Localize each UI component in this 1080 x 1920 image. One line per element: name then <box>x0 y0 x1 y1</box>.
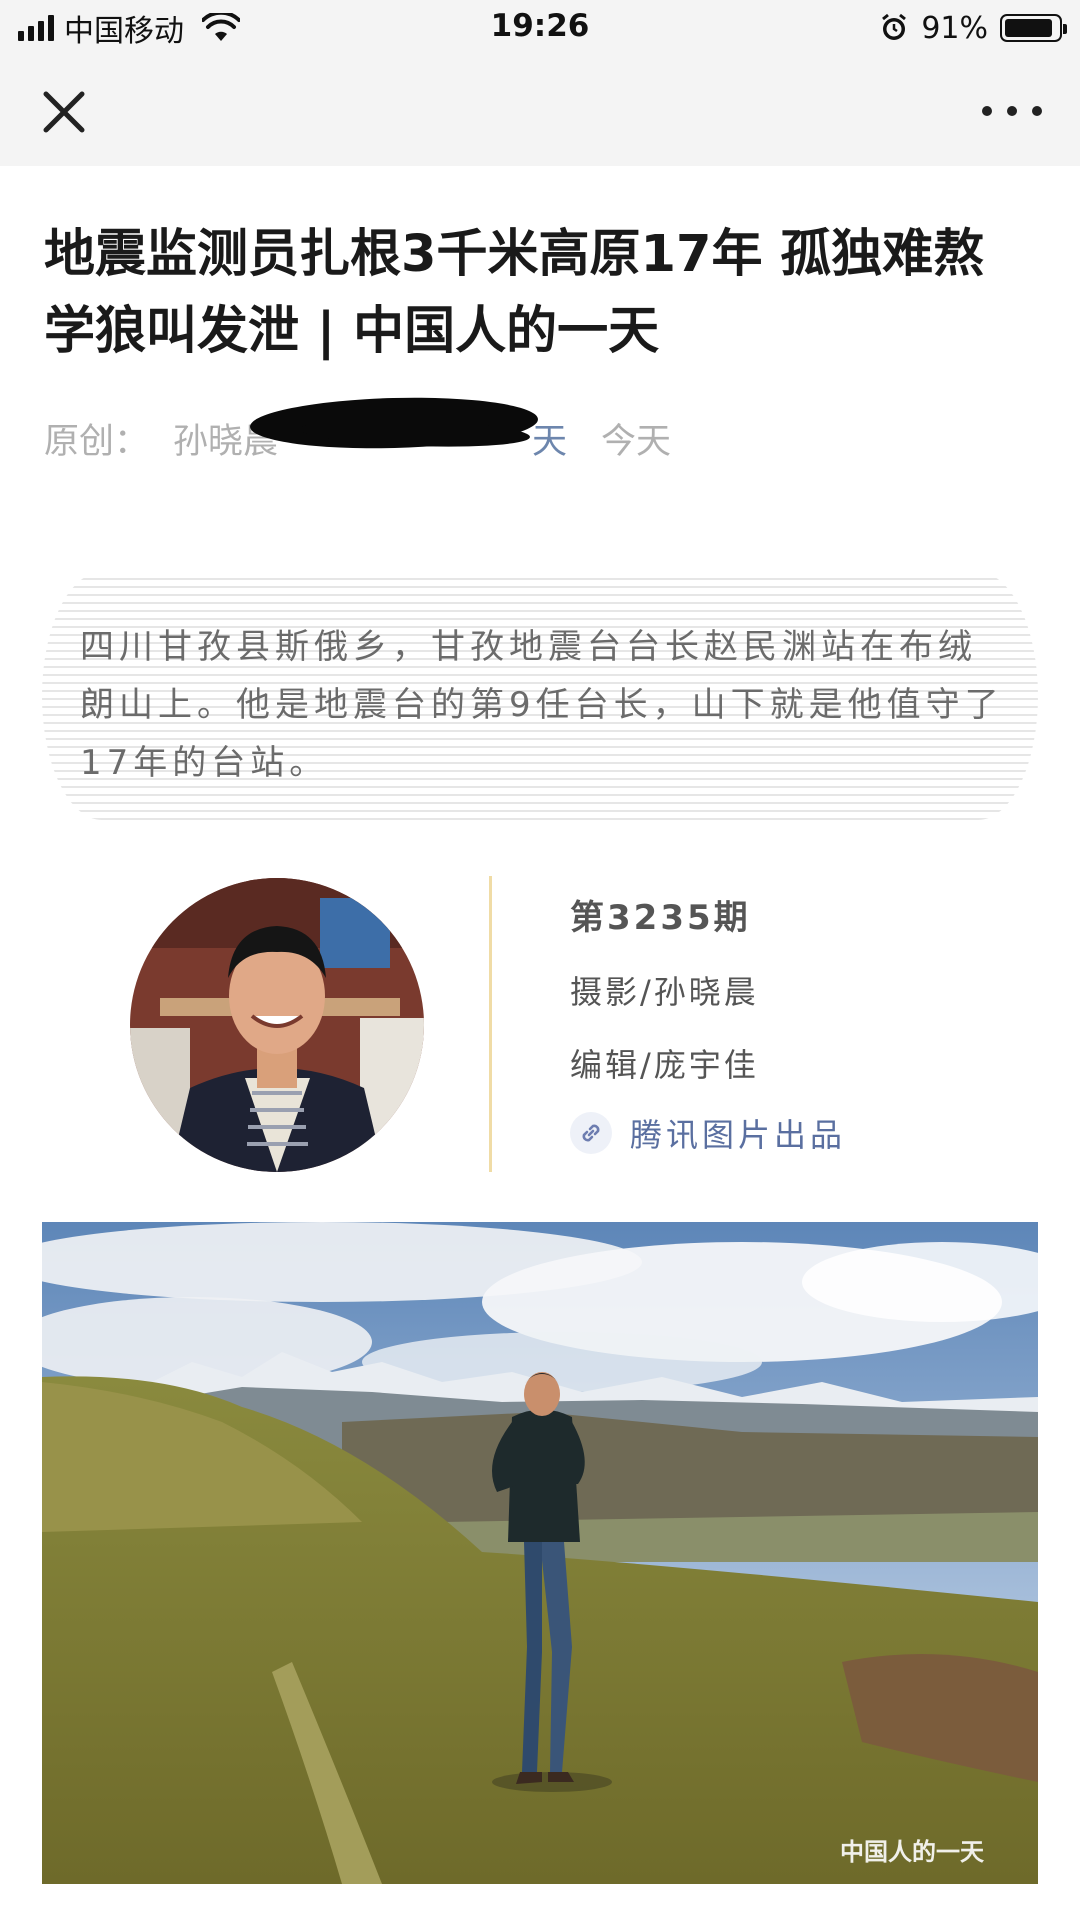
publish-date: 今天 <box>601 421 672 462</box>
battery-percent: 91% <box>921 10 988 46</box>
link-icon <box>570 1112 612 1154</box>
status-bar: 中国移动 19:26 91% <box>0 0 1080 54</box>
lead-paragraph: 四川甘孜县斯俄乡，甘孜地震台台长赵民渊站在布绒朗山上。他是地震台的第9任台长，山… <box>80 627 1004 783</box>
alarm-icon <box>882 13 907 40</box>
producer-label: 腾讯图片出品 <box>630 1116 847 1154</box>
issue-number: 第3235期 <box>570 898 751 938</box>
nav-bar <box>0 54 1080 166</box>
producer-link[interactable]: 腾讯图片出品 <box>570 1110 846 1156</box>
photo-watermark: 中国人的一天 <box>840 1838 984 1866</box>
article-title: 地震监测员扎根3千米高原17年 孤独难熬学狼叫发泄 | 中国人的一天 <box>44 225 985 361</box>
original-label: 原创： <box>44 421 150 462</box>
editor-credit: 编辑/庞宇佳 <box>570 1046 759 1084</box>
more-button[interactable] <box>982 96 1042 126</box>
status-right: 91% <box>879 8 1067 48</box>
battery-icon <box>1000 14 1067 42</box>
article-photo[interactable]: 中国人的一天 <box>42 1222 1038 1884</box>
close-icon <box>43 91 85 133</box>
photo-credit: 摄影/孙晓晨 <box>570 973 759 1011</box>
close-button[interactable] <box>38 86 90 138</box>
photographer-avatar <box>130 878 424 1172</box>
more-dots-icon <box>982 106 992 116</box>
vertical-divider <box>489 876 492 1172</box>
